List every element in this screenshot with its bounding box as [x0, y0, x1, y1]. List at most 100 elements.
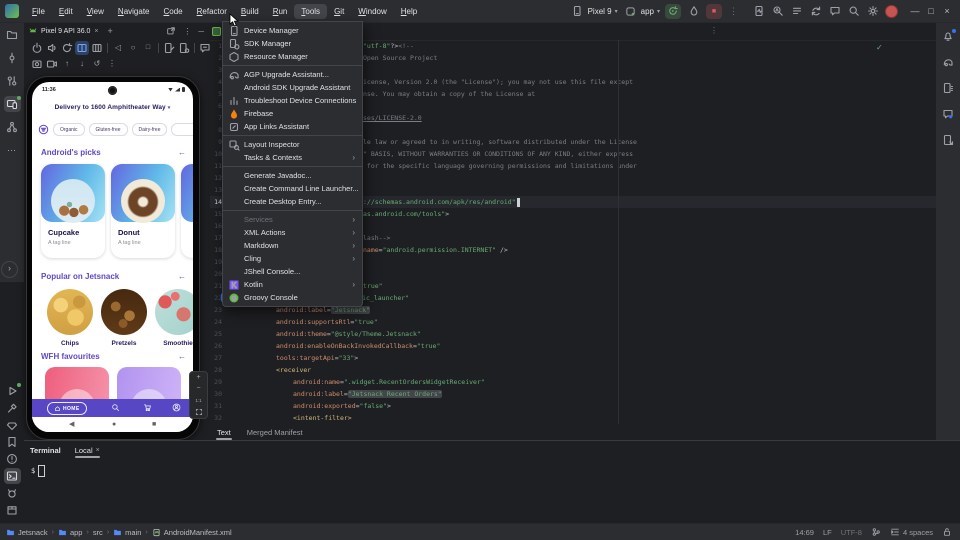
emulator-phone-cam-icon[interactable] [177, 41, 191, 55]
breadcrumb-jetsnack[interactable]: Jetsnack [6, 528, 48, 537]
popular-item-pretzels[interactable]: Pretzels [101, 289, 147, 347]
wfh-card[interactable] [45, 367, 109, 400]
delivery-selector[interactable]: Delivery to 1600 Amphitheater Way▾ [32, 104, 193, 111]
popular-item-smoothie[interactable]: Smoothie [155, 289, 193, 347]
tools-menu-sdk-manager[interactable]: SDK Manager [223, 37, 362, 50]
nav-search-icon[interactable] [111, 403, 121, 413]
tool-stripe-commit[interactable] [4, 50, 21, 66]
close-button[interactable]: × [939, 6, 955, 16]
menu-run[interactable]: Run [266, 4, 295, 19]
menu-tools[interactable]: Tools [294, 4, 327, 19]
search-actions-icon[interactable] [770, 4, 785, 19]
tool-stripe-version-control[interactable] [4, 434, 21, 450]
emulator-rotate-icon[interactable] [60, 41, 74, 55]
tools-menu-create-desktop-entry[interactable]: Create Desktop Entry... [223, 195, 362, 208]
panel-options-icon[interactable]: ⋮ [181, 27, 193, 36]
tab-text[interactable]: Text [216, 426, 232, 439]
tool-stripe-notifications[interactable] [940, 28, 957, 44]
tool-stripe-run[interactable] [4, 383, 21, 399]
tools-menu-android-sdk-upgrade-assistant[interactable]: Android SDK Upgrade Assistant [223, 81, 362, 94]
tool-stripe-structure[interactable] [4, 119, 21, 135]
chip-partial[interactable] [171, 123, 193, 136]
status-lock[interactable] [942, 527, 952, 537]
tools-menu-device-manager[interactable]: Device Manager [223, 24, 362, 37]
emulator-more-v-icon[interactable]: ⋮ [105, 57, 119, 71]
tools-menu-firebase[interactable]: Firebase [223, 107, 362, 120]
stop-button[interactable]: ■ [706, 4, 722, 19]
run-button[interactable] [665, 4, 681, 19]
emulator-fold-icon[interactable] [75, 41, 89, 55]
tab-options-icon[interactable]: ⋮ [710, 26, 718, 35]
tools-menu-xml-actions[interactable]: XML Actions› [223, 226, 362, 239]
tools-menu-kotlin[interactable]: KKotlin› [223, 278, 362, 291]
status-14-69[interactable]: 14:69 [795, 528, 814, 537]
menu-navigate[interactable]: Navigate [111, 4, 157, 19]
device-tab-label[interactable]: Pixel 9 API 36.0 [41, 28, 90, 35]
more-actions-icon[interactable]: ⋮ [727, 6, 740, 17]
profiler-icon[interactable] [751, 4, 766, 19]
breadcrumb-main[interactable]: main [113, 528, 141, 537]
device-selector[interactable]: Pixel 9 ▾ [570, 4, 618, 19]
tools-menu-jshell-console[interactable]: JShell Console... [223, 265, 362, 278]
tool-stripe-more-tool-windows[interactable]: ⋯ [4, 142, 21, 158]
android-back-button[interactable]: ◀ [69, 420, 74, 429]
zoom-fit-button[interactable] [195, 408, 203, 416]
arrow-icon[interactable]: ← [178, 148, 186, 157]
android-home-button[interactable]: ● [112, 420, 116, 429]
emulator-phone-pen-icon[interactable] [162, 41, 176, 55]
tools-menu-markdown[interactable]: Markdown› [223, 239, 362, 252]
tool-stripe-device-file-explorer[interactable] [940, 132, 957, 148]
close-icon[interactable]: × [96, 447, 100, 454]
minimize-button[interactable]: — [907, 6, 923, 16]
assistant-chat-icon[interactable] [827, 4, 842, 19]
snack-card-donut[interactable]: DonutA tag line [111, 164, 175, 258]
emulator-back-icon[interactable]: ◁ [111, 41, 125, 55]
terminal-body[interactable]: $ [24, 459, 960, 477]
tool-stripe-logcat[interactable] [4, 485, 21, 501]
tool-stripe-device-explorer[interactable] [4, 502, 21, 518]
menu-git[interactable]: Git [327, 4, 351, 19]
maximize-button[interactable]: □ [923, 6, 939, 16]
tools-menu-cling[interactable]: Cling› [223, 252, 362, 265]
arrow-icon[interactable]: ← [178, 352, 186, 361]
tool-stripe-build[interactable] [4, 400, 21, 416]
menu-refactor[interactable]: Refactor [190, 4, 234, 19]
emulator-screenshot-icon[interactable] [30, 57, 44, 71]
status-lf[interactable]: LF [823, 528, 832, 537]
emulator-home-icon[interactable]: ○ [126, 41, 140, 55]
menu-help[interactable]: Help [394, 4, 424, 19]
breadcrumb-app[interactable]: app [58, 528, 83, 537]
nav-cart-icon[interactable] [143, 403, 153, 413]
menu-code[interactable]: Code [157, 4, 190, 19]
popular-item-chips[interactable]: Chips [47, 289, 93, 347]
tools-menu-resource-manager[interactable]: Resource Manager [223, 50, 362, 63]
terminal-tab-local[interactable]: Local× [75, 444, 100, 457]
avatar[interactable] [885, 5, 898, 18]
tools-menu-layout-inspector[interactable]: Layout Inspector [223, 138, 362, 151]
tool-stripe-gemini[interactable] [940, 106, 957, 122]
tool-stripe-terminal[interactable] [4, 468, 21, 484]
status-4-spaces[interactable]: 4 spaces [890, 527, 933, 537]
emulator-volume-icon[interactable] [45, 41, 59, 55]
chip-dairy-free[interactable]: Dairy-free [132, 123, 168, 136]
emulator-overview-icon[interactable]: □ [141, 41, 155, 55]
chip-gluten-free[interactable]: Gluten-free [89, 123, 128, 136]
tool-stripe-app-quality-insights[interactable] [4, 417, 21, 433]
android-overview-button[interactable]: ■ [152, 420, 156, 429]
sync-icon[interactable] [808, 4, 823, 19]
emulator-power-icon[interactable] [30, 41, 44, 55]
settings-icon[interactable] [865, 4, 880, 19]
zoom-in-button[interactable]: + [196, 374, 200, 381]
run-config-selector[interactable]: app ▾ [623, 4, 660, 19]
emulator-record-icon[interactable] [45, 57, 59, 71]
zoom-reset-button[interactable]: 1:1 [195, 397, 201, 404]
menu-file[interactable]: File [25, 4, 52, 19]
tool-stripe-gradle[interactable] [940, 54, 957, 70]
tools-menu-agp-upgrade-assistant[interactable]: AGP Upgrade Assistant... [223, 68, 362, 81]
tool-stripe-problems[interactable] [4, 451, 21, 467]
snack-card-partial[interactable] [181, 164, 193, 258]
open-in-window-icon[interactable] [164, 26, 178, 36]
tools-menu-groovy-console[interactable]: GGroovy Console [223, 291, 362, 304]
wfh-card[interactable] [117, 367, 181, 400]
emulator-download-icon[interactable]: ↓ [75, 57, 89, 71]
